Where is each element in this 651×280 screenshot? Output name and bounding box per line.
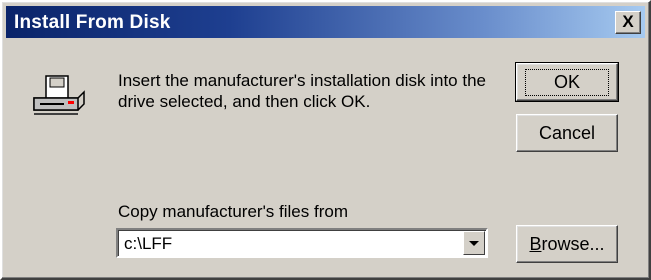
floppy-drive-icon	[33, 75, 85, 115]
cancel-button-label: Cancel	[538, 122, 596, 143]
chevron-down-icon	[469, 240, 479, 246]
copy-from-label: Copy manufacturer's files from	[118, 202, 348, 221]
ok-button[interactable]: OK	[515, 62, 619, 102]
close-button[interactable]: X	[615, 11, 641, 34]
browse-accelerator: B	[529, 233, 542, 254]
instruction-text: Insert the manufacturer's installation d…	[118, 71, 486, 111]
dropdown-button[interactable]	[463, 231, 485, 255]
browse-button-label: rowse...	[541, 233, 605, 254]
copy-from-combobox[interactable]: c:\LFF	[116, 228, 488, 258]
copy-from-input[interactable]: c:\LFF	[124, 234, 172, 254]
install-from-disk-dialog: Install From Disk X Insert the manufactu…	[0, 0, 651, 280]
browse-button[interactable]: Browse...	[516, 225, 618, 263]
cancel-button[interactable]: Cancel	[516, 114, 618, 152]
dialog-title: Install From Disk	[14, 12, 171, 33]
close-icon: X	[622, 12, 634, 31]
title-bar[interactable]: Install From Disk X	[6, 6, 645, 38]
ok-button-label: OK	[524, 68, 609, 96]
